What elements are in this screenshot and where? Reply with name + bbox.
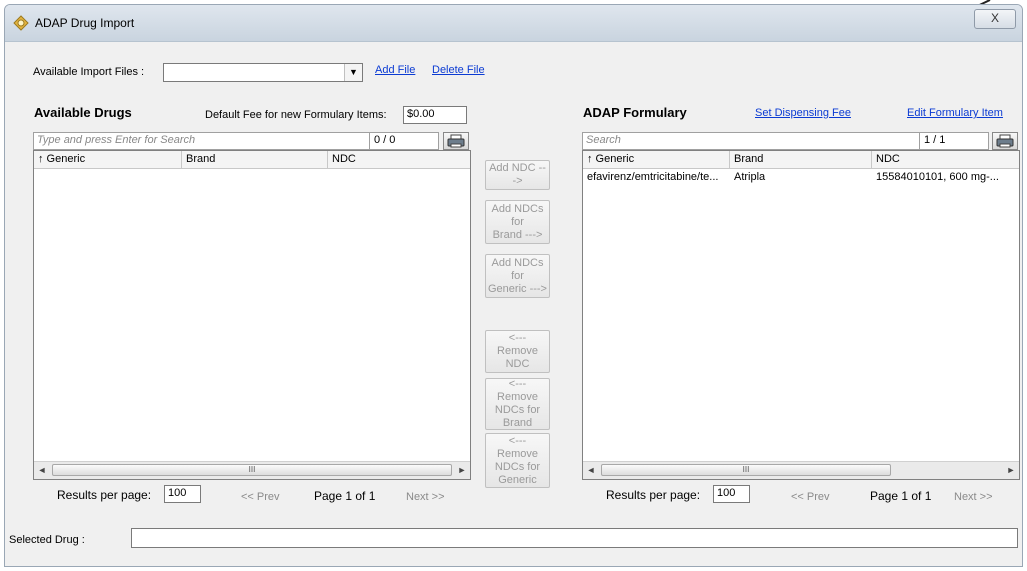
formulary-print-button[interactable]: [992, 132, 1018, 150]
available-col-brand[interactable]: Brand: [182, 151, 328, 168]
delete-file-link[interactable]: Delete File: [432, 64, 485, 76]
formulary-page-indicator: Page 1 of 1: [870, 489, 932, 503]
remove-ndc-button[interactable]: <--- Remove NDC: [485, 330, 550, 373]
available-col-generic[interactable]: ↑ Generic: [34, 151, 182, 168]
formulary-col-generic[interactable]: ↑ Generic: [583, 151, 730, 168]
available-results-label: Results per page:: [57, 488, 152, 502]
scroll-left-icon[interactable]: ◄: [34, 462, 50, 478]
available-prev-link[interactable]: << Prev: [241, 491, 280, 503]
scroll-right-icon[interactable]: ►: [1003, 462, 1019, 478]
table-row[interactable]: efavirenz/emtricitabine/te... Atripla 15…: [583, 169, 1019, 186]
available-hscrollbar[interactable]: ◄ III ►: [34, 461, 470, 479]
add-ndcs-generic-button[interactable]: Add NDCs for Generic --->: [485, 254, 550, 298]
available-count: 0 / 0: [369, 132, 439, 150]
formulary-grid-header: ↑ Generic Brand NDC: [583, 151, 1019, 169]
selected-drug-field[interactable]: [131, 528, 1018, 548]
import-files-combo[interactable]: ▼: [163, 63, 363, 82]
add-ndc-button[interactable]: Add NDC --->: [485, 160, 550, 190]
formulary-count: 1 / 1: [919, 132, 989, 150]
close-button[interactable]: X: [974, 9, 1016, 29]
main-window: ADAP Drug Import X Available Import File…: [4, 4, 1023, 567]
adap-gear-icon: [13, 15, 29, 31]
default-fee-input[interactable]: $0.00: [403, 106, 467, 124]
formulary-prev-link[interactable]: << Prev: [791, 491, 830, 503]
printer-icon: [447, 134, 465, 148]
formulary-col-ndc[interactable]: NDC: [872, 151, 1019, 168]
available-page-indicator: Page 1 of 1: [314, 489, 376, 503]
available-col-ndc[interactable]: NDC: [328, 151, 470, 168]
scroll-left-icon[interactable]: ◄: [583, 462, 599, 478]
edit-formulary-item-link[interactable]: Edit Formulary Item: [907, 107, 1003, 119]
add-ndcs-brand-button[interactable]: Add NDCs for Brand --->: [485, 200, 550, 244]
scroll-thumb[interactable]: III: [601, 464, 891, 476]
set-dispensing-fee-link[interactable]: Set Dispensing Fee: [755, 107, 851, 119]
formulary-hscrollbar[interactable]: ◄ III ►: [583, 461, 1019, 479]
row-generic-cell: efavirenz/emtricitabine/te...: [587, 171, 719, 183]
available-next-link[interactable]: Next >>: [406, 491, 445, 503]
selected-drug-label: Selected Drug :: [9, 534, 85, 546]
available-grid-header: ↑ Generic Brand NDC: [34, 151, 470, 169]
printer-icon: [996, 134, 1014, 148]
remove-ndcs-brand-button[interactable]: <--- Remove NDCs for Brand: [485, 378, 550, 430]
chevron-down-icon[interactable]: ▼: [344, 64, 362, 81]
row-ndc-cell: 15584010101, 600 mg-...: [876, 171, 999, 183]
remove-ndcs-generic-button[interactable]: <--- Remove NDCs for Generic: [485, 433, 550, 488]
formulary-search-input[interactable]: Search: [582, 132, 920, 150]
formulary-title: ADAP Formulary: [583, 105, 687, 120]
scroll-right-icon[interactable]: ►: [454, 462, 470, 478]
window-title: ADAP Drug Import: [35, 16, 135, 30]
import-files-label: Available Import Files :: [33, 66, 145, 78]
default-fee-label: Default Fee for new Formulary Items:: [205, 109, 387, 121]
title-bar: ADAP Drug Import X: [5, 5, 1022, 42]
formulary-next-link[interactable]: Next >>: [954, 491, 993, 503]
available-results-input[interactable]: 100: [164, 485, 201, 503]
formulary-results-label: Results per page:: [606, 488, 701, 502]
available-drugs-title: Available Drugs: [34, 105, 132, 120]
formulary-results-input[interactable]: 100: [713, 485, 750, 503]
available-search-input[interactable]: Type and press Enter for Search: [33, 132, 370, 150]
formulary-grid[interactable]: ↑ Generic Brand NDC efavirenz/emtricitab…: [582, 150, 1020, 480]
formulary-col-brand[interactable]: Brand: [730, 151, 872, 168]
add-file-link[interactable]: Add File: [375, 64, 415, 76]
available-print-button[interactable]: [443, 132, 469, 150]
available-drugs-grid[interactable]: ↑ Generic Brand NDC ◄ III ►: [33, 150, 471, 480]
scroll-thumb[interactable]: III: [52, 464, 452, 476]
row-brand-cell: Atripla: [734, 171, 766, 183]
